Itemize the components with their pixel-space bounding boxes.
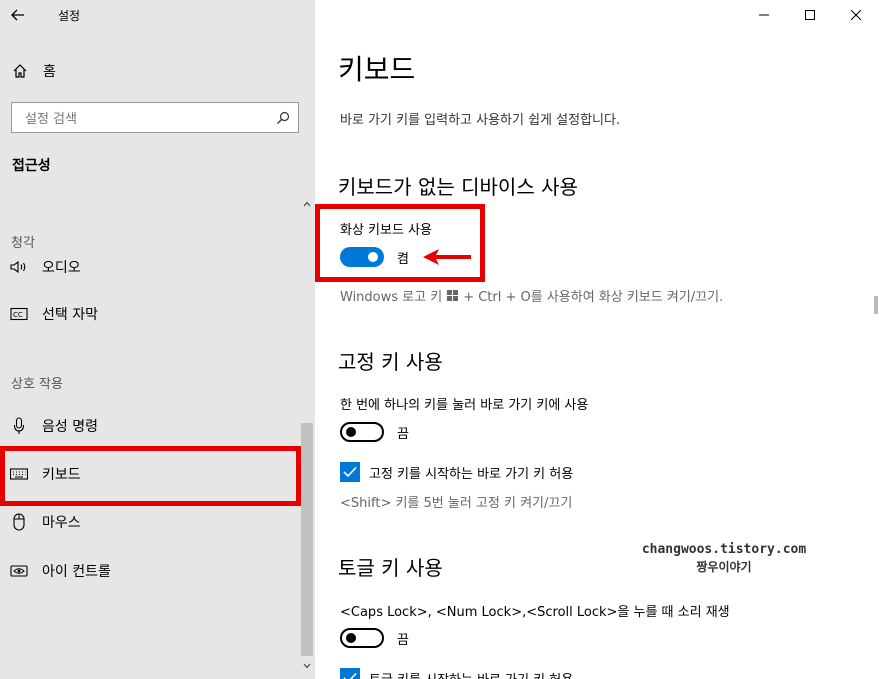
- checkmark-icon: [343, 466, 357, 478]
- sidebar-item-closed-captions[interactable]: CC 선택 자막: [0, 295, 300, 333]
- close-icon: [851, 10, 861, 20]
- section-heading-sticky-keys: 고정 키 사용: [338, 350, 443, 374]
- toggle-knob: [346, 633, 356, 643]
- sticky-keys-label: 한 번에 하나의 키를 눌러 바로 가기 키에 사용: [340, 398, 589, 413]
- sidebar-item-mouse[interactable]: 마우스: [0, 503, 300, 541]
- sidebar-item-eye-control[interactable]: 아이 컨트롤: [0, 552, 300, 590]
- windows-logo-icon: [447, 290, 459, 301]
- microphone-icon: [9, 416, 29, 436]
- watermark-url: changwoos.tistory.com: [641, 542, 807, 557]
- section-heading-toggle-keys: 토글 키 사용: [338, 556, 443, 580]
- sidebar-item-label: 마우스: [42, 515, 81, 531]
- scroll-down-arrow[interactable]: [301, 660, 313, 672]
- main-scrollbar-thumb[interactable]: [874, 296, 878, 314]
- toggle-state-label: 끔: [397, 426, 409, 442]
- home-icon: [10, 61, 30, 81]
- maximize-button[interactable]: [787, 0, 833, 30]
- main-content: 키보드 바로 가기 키를 입력하고 사용하기 쉽게 설정합니다. 키보드가 없는…: [315, 0, 879, 679]
- sidebar-item-home[interactable]: 홈: [0, 56, 315, 86]
- mouse-icon: [9, 512, 29, 532]
- toggle-knob: [346, 427, 356, 437]
- toggle-keys-toggle[interactable]: [340, 628, 384, 648]
- toggle-state-label: 끔: [397, 632, 409, 648]
- sidebar-item-label: 음성 명령: [42, 419, 98, 435]
- page-description: 바로 가기 키를 입력하고 사용하기 쉽게 설정합니다.: [340, 113, 621, 128]
- minimize-button[interactable]: [741, 0, 787, 30]
- eye-control-icon: [9, 561, 29, 581]
- close-button[interactable]: [833, 0, 879, 30]
- app-title: 설정: [58, 8, 81, 23]
- search-input[interactable]: 설정 검색: [11, 102, 299, 133]
- red-arrow-icon: [423, 249, 471, 265]
- sticky-keys-toggle-row: 끔: [340, 422, 409, 442]
- sticky-keys-shortcut-checkbox[interactable]: [340, 462, 360, 482]
- toggle-keys-toggle-row: 끔: [340, 628, 409, 648]
- search-placeholder: 설정 검색: [25, 112, 77, 127]
- highlight-box-keyboard: [0, 446, 301, 506]
- highlight-box-on-screen-keyboard: [315, 204, 485, 282]
- on-screen-keyboard-hint: Windows 로고 키 + Ctrl + O를 사용하여 화상 키보드 켜기/…: [340, 286, 723, 305]
- sticky-keys-hint: <Shift> 키를 5번 눌러 고정 키 켜기/끄기: [340, 496, 573, 511]
- back-button[interactable]: [0, 0, 36, 30]
- chevron-down-icon: [303, 663, 311, 669]
- section-title-accessibility: 접근성: [12, 158, 51, 174]
- hint-text-before: Windows 로고 키: [340, 290, 443, 305]
- closed-caption-icon: CC: [9, 304, 29, 324]
- sidebar-item-audio[interactable]: 오디오: [0, 248, 300, 286]
- sidebar-item-speech[interactable]: 음성 명령: [0, 407, 300, 445]
- title-bar: 설정: [0, 0, 315, 30]
- speaker-icon: [9, 257, 29, 277]
- home-label: 홈: [43, 64, 56, 80]
- sidebar: 설정 홈 설정 검색 접근성 청각 오디오 CC 선택 자막 상호 작용 음성 …: [0, 0, 315, 679]
- scrollbar-thumb[interactable]: [301, 423, 313, 656]
- watermark-name: 짱우이야기: [696, 560, 752, 574]
- toggle-keys-shortcut-checkbox[interactable]: [340, 668, 360, 679]
- group-label-interaction: 상호 작용: [11, 377, 63, 392]
- sidebar-item-label: 아이 컨트롤: [42, 564, 111, 580]
- sidebar-item-label: 선택 자막: [42, 307, 98, 323]
- chevron-up-icon: [303, 201, 311, 207]
- hint-text-after: + Ctrl + O를 사용하여 화상 키보드 켜기/끄기.: [463, 290, 724, 305]
- svg-text:CC: CC: [13, 311, 23, 319]
- checkbox-label: 토글 키를 시작하는 바로 가기 키 허용: [369, 669, 573, 679]
- toggle-keys-shortcut-row: 토글 키를 시작하는 바로 가기 키 허용: [340, 668, 573, 679]
- sticky-keys-toggle[interactable]: [340, 422, 384, 442]
- maximize-icon: [805, 10, 815, 20]
- back-arrow-icon: [11, 9, 24, 21]
- checkbox-label: 고정 키를 시작하는 바로 가기 키 허용: [369, 466, 574, 482]
- page-title: 키보드: [338, 53, 416, 86]
- toggle-keys-label: <Caps Lock>, <Num Lock>,<Scroll Lock>을 누…: [340, 605, 730, 620]
- sidebar-item-label: 오디오: [42, 260, 81, 276]
- scroll-up-arrow[interactable]: [301, 198, 313, 210]
- watermark: changwoos.tistory.com 짱우이야기: [634, 542, 814, 575]
- search-icon[interactable]: [276, 111, 290, 125]
- section-heading-no-keyboard: 키보드가 없는 디바이스 사용: [338, 175, 578, 199]
- checkmark-icon: [343, 672, 357, 679]
- minimize-icon: [759, 14, 769, 16]
- window-controls: [741, 0, 879, 30]
- sticky-keys-shortcut-row: 고정 키를 시작하는 바로 가기 키 허용: [340, 462, 573, 482]
